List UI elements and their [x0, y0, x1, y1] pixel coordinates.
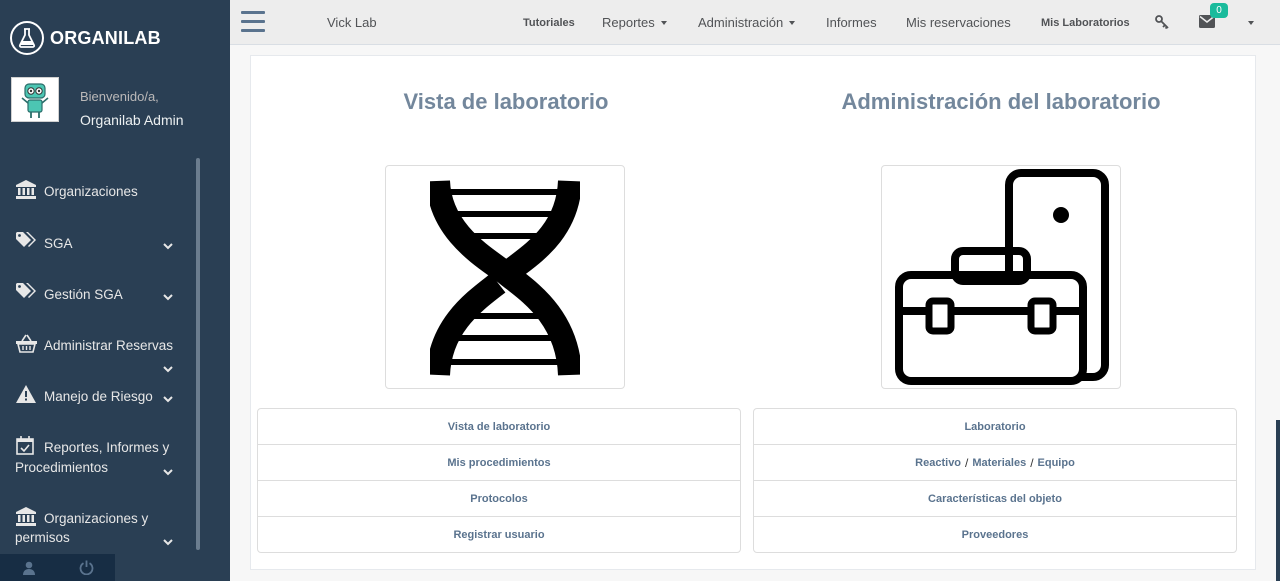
- nav-mis-laboratorios[interactable]: Mis Laboratorios: [1041, 17, 1130, 29]
- nav-administracion[interactable]: Administración: [698, 15, 796, 30]
- nav-reportes-label: Reportes: [602, 15, 655, 30]
- link-equipo[interactable]: Equipo: [1038, 457, 1075, 469]
- warning-icon: [16, 385, 38, 405]
- tags-icon: [16, 283, 38, 303]
- bank-icon: [16, 507, 38, 527]
- link-vista-laboratorio[interactable]: Vista de laboratorio: [258, 409, 740, 444]
- chevron-down-icon: [163, 289, 173, 301]
- sidebar-item-label: Reportes, Informes y: [44, 440, 170, 455]
- lab-view-image[interactable]: [385, 165, 625, 389]
- sidebar-item-manejo-riesgo[interactable]: Manejo de Riesgo: [0, 385, 195, 407]
- sidebar-item-label: Procedimientos: [15, 460, 109, 475]
- chevron-down-icon: [163, 238, 173, 250]
- basket-icon: [16, 334, 38, 354]
- sidebar-item-label: SGA: [44, 236, 73, 251]
- user-icon[interactable]: [0, 554, 58, 581]
- nav-tutoriales[interactable]: Tutoriales: [523, 17, 575, 29]
- sidebar-item-gestion-sga[interactable]: Gestión SGA: [0, 283, 195, 305]
- lab-admin-links: Laboratorio Reactivo / Materiales / Equi…: [753, 408, 1237, 553]
- brand[interactable]: ORGANILAB: [10, 20, 161, 56]
- sidebar-item-organizaciones-permisos[interactable]: Organizaciones y permisos: [0, 507, 195, 549]
- nav-mis-reservaciones[interactable]: Mis reservaciones: [906, 15, 1011, 30]
- link-materiales[interactable]: Materiales: [972, 457, 1026, 469]
- nav-administracion-label: Administración: [698, 15, 784, 30]
- sidebar-item-label: Administrar Reservas: [44, 338, 174, 353]
- user-profile: Bienvenido/a, Organilab Admin: [11, 77, 184, 128]
- tags-icon: [16, 232, 38, 252]
- sidebar-item-administrar-reservas[interactable]: Administrar Reservas: [0, 334, 195, 374]
- bank-icon: [16, 180, 38, 200]
- sidebar-scrollbar[interactable]: [196, 158, 200, 550]
- link-laboratorio[interactable]: Laboratorio: [754, 409, 1236, 444]
- link-registrar-usuario[interactable]: Registrar usuario: [258, 516, 740, 552]
- link-protocolos[interactable]: Protocolos: [258, 480, 740, 516]
- sidebar-item-label: Manejo de Riesgo: [44, 389, 153, 404]
- chevron-down-icon: [163, 361, 173, 373]
- top-navbar: Vick Lab Tutoriales Reportes Administrac…: [230, 0, 1280, 45]
- sidebar-footer: [0, 554, 115, 581]
- user-menu-dropdown[interactable]: [1242, 15, 1254, 30]
- calendar-check-icon: [16, 436, 38, 456]
- sidebar-item-label: permisos: [15, 530, 70, 545]
- welcome-text: Bienvenido/a,: [80, 89, 159, 104]
- link-proveedores[interactable]: Proveedores: [754, 516, 1236, 552]
- nav-informes[interactable]: Informes: [826, 15, 877, 30]
- menu-toggle-icon[interactable]: [241, 11, 265, 33]
- chevron-down-icon: [163, 464, 173, 476]
- link-reactivo[interactable]: Reactivo: [915, 457, 961, 469]
- flask-icon: [10, 21, 44, 55]
- brand-name: ORGANILAB: [50, 27, 161, 48]
- sidebar-item-organizaciones[interactable]: Organizaciones: [0, 180, 195, 202]
- page-scrollbar[interactable]: [1276, 420, 1280, 581]
- power-icon[interactable]: [58, 554, 116, 581]
- username: Organilab Admin: [80, 112, 184, 128]
- lab-view-links: Vista de laboratorio Mis procedimientos …: [257, 408, 741, 553]
- nav-reportes[interactable]: Reportes: [602, 15, 667, 30]
- link-caracteristicas-objeto[interactable]: Características del objeto: [754, 480, 1236, 516]
- separator: /: [1030, 455, 1034, 470]
- caret-down-icon: [789, 21, 796, 25]
- sidebar-item-label: Organizaciones: [44, 184, 138, 199]
- mail-count-badge: 0: [1210, 3, 1228, 18]
- lab-admin-title: Administración del laboratorio: [841, 89, 1161, 114]
- list-item: Reactivo / Materiales / Equipo: [754, 444, 1236, 480]
- link-mis-procedimientos[interactable]: Mis procedimientos: [258, 444, 740, 480]
- chevron-down-icon: [163, 391, 173, 403]
- sidebar: ORGANILAB Bienvenido/a, Organilab Admin …: [0, 0, 230, 581]
- sidebar-item-sga[interactable]: SGA: [0, 232, 195, 254]
- dna-icon: [430, 179, 580, 377]
- sidebar-item-reportes-informes[interactable]: Reportes, Informes y Procedimientos: [0, 436, 195, 478]
- chevron-down-icon: [163, 534, 173, 546]
- lab-name[interactable]: Vick Lab: [327, 15, 377, 30]
- caret-down-icon: [1248, 21, 1254, 25]
- caret-down-icon: [660, 21, 667, 25]
- avatar[interactable]: [11, 77, 59, 122]
- key-icon[interactable]: [1155, 15, 1169, 32]
- toolbox-phone-icon: [895, 169, 1109, 385]
- lab-admin-image[interactable]: [881, 165, 1121, 389]
- separator: /: [965, 455, 969, 470]
- sidebar-item-label: Organizaciones y: [44, 511, 149, 526]
- main-panel: Vista de laboratorio Administración del …: [250, 55, 1256, 570]
- lab-view-title: Vista de laboratorio: [403, 89, 609, 114]
- sidebar-item-label: Gestión SGA: [44, 287, 123, 302]
